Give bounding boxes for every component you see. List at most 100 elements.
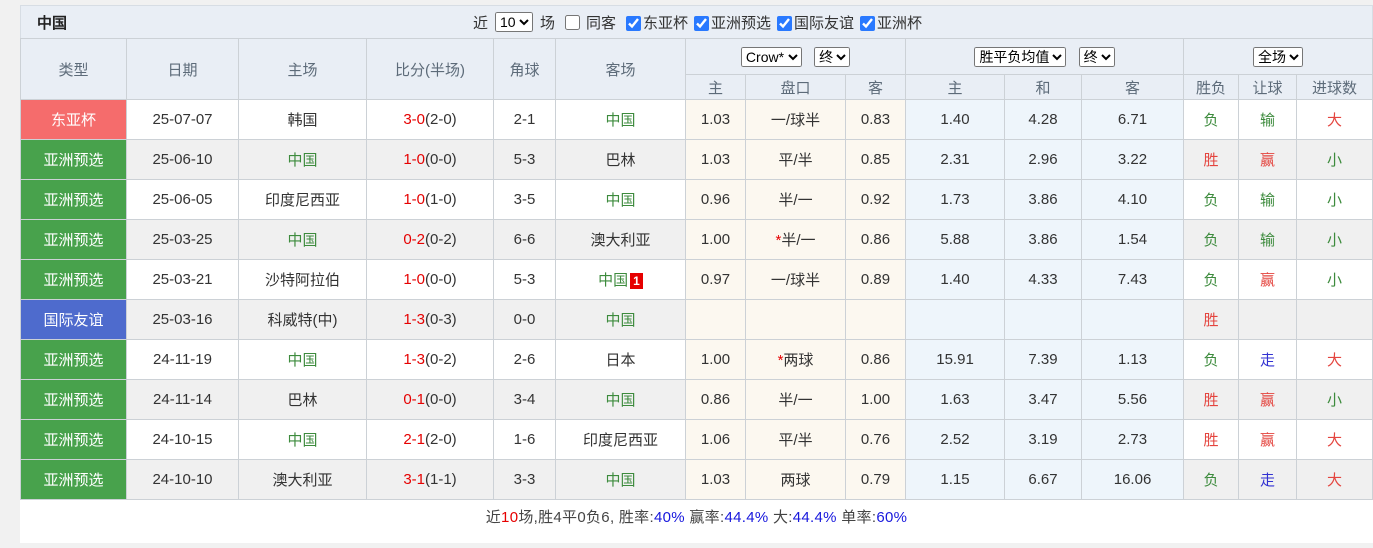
corner-count: 5-3 — [493, 259, 556, 300]
result-win-loss-value: 负 — [1203, 192, 1219, 209]
home-team: 巴林 — [238, 379, 367, 420]
odds-away: 0.83 — [844, 99, 907, 140]
home-team-name: 科威特(中) — [267, 312, 338, 329]
handicap-text: 两球 — [783, 352, 814, 369]
away-team: 中国 — [555, 179, 686, 220]
subheader-odds-away: 客 — [844, 74, 907, 100]
result-win-loss: 胜 — [1183, 299, 1240, 340]
score-cell: 1-0(0-0) — [366, 139, 494, 180]
odds-home: 0.96 — [685, 179, 746, 220]
result-goals-value: 大 — [1327, 112, 1343, 129]
away-team: 中国 — [555, 299, 686, 340]
result-handicap-value: 赢 — [1260, 152, 1276, 169]
full-time-score: 1-3 — [403, 311, 425, 328]
match-date: 24-11-14 — [126, 379, 239, 420]
match-date: 24-11-19 — [126, 339, 239, 380]
odds-time-select[interactable]: 终 — [814, 46, 851, 67]
match-table: 类型 日期 主场 比分(半场) 角球 客场 Crow* 终 胜平负均值 终 全场 — [20, 38, 1373, 500]
away-team-name: 澳大利亚 — [590, 232, 651, 249]
avg-draw-odds — [1004, 299, 1083, 340]
full-time-score: 3-0 — [403, 111, 425, 128]
games-label: 场 — [539, 14, 555, 32]
subheader-avg-draw: 和 — [1004, 74, 1083, 100]
avg-home-odds: 5.88 — [905, 219, 1006, 260]
corner-count: 2-6 — [493, 339, 556, 380]
league-filter-checkbox[interactable] — [860, 16, 876, 32]
avg-type-select[interactable]: 胜平负均值 — [974, 46, 1067, 67]
result-handicap: 走 — [1238, 339, 1298, 380]
avg-time-select[interactable]: 终 — [1078, 46, 1115, 67]
table-body: 东亚杯 25-07-07 韩国 3-0(2-0) 2-1 中国 1.03 一/球半 0.83 1.… — [20, 99, 1373, 500]
score-cell: 0-2(0-2) — [366, 219, 494, 260]
home-team-name: 韩国 — [287, 112, 318, 129]
handicap-text: 一/球半 — [770, 272, 821, 289]
avg-draw-odds: 3.47 — [1004, 379, 1083, 420]
recent-count-select[interactable]: 10 — [494, 12, 533, 32]
match-type-badge: 亚洲预选 — [20, 419, 127, 460]
away-team-name: 中国 — [598, 272, 629, 289]
away-team: 中国 — [555, 99, 686, 140]
away-team-name: 巴林 — [605, 152, 636, 169]
away-team: 中国 — [555, 459, 686, 500]
match-type-badge: 亚洲预选 — [20, 379, 127, 420]
table-row: 亚洲预选 25-03-21 沙特阿拉伯 1-0(0-0) 5-3 中国 1 0.97 一/球半 0… — [20, 259, 1373, 300]
handicap-line: 两球 — [745, 459, 846, 500]
avg-home-odds: 1.73 — [905, 179, 1006, 220]
away-team: 巴林 — [555, 139, 686, 180]
summary-segment: 10 — [501, 508, 519, 526]
home-team-name: 澳大利亚 — [272, 472, 333, 489]
full-time-score: 3-1 — [403, 471, 425, 488]
odds-away: 0.86 — [844, 219, 907, 260]
match-type-badge: 国际友谊 — [20, 299, 127, 340]
avg-home-odds: 2.52 — [905, 419, 1006, 460]
result-handicap: 赢 — [1238, 139, 1298, 180]
home-team: 中国 — [238, 139, 367, 180]
avg-away-odds: 2.73 — [1081, 419, 1185, 460]
odds-away: 0.89 — [844, 259, 907, 300]
odds-away: 0.92 — [844, 179, 907, 220]
league-filter-checkbox[interactable] — [625, 16, 641, 32]
home-team: 中国 — [238, 339, 367, 380]
half-time-score: (0-2) — [425, 351, 457, 368]
match-type-badge: 亚洲预选 — [20, 139, 127, 180]
avg-draw-odds: 3.86 — [1004, 219, 1083, 260]
home-team: 中国 — [238, 419, 367, 460]
match-date: 25-07-07 — [126, 99, 239, 140]
result-handicap-value: 赢 — [1260, 392, 1276, 409]
result-goals: 大 — [1296, 419, 1373, 460]
result-handicap: 走 — [1238, 459, 1298, 500]
away-team: 澳大利亚 — [555, 219, 686, 260]
score-cell: 0-1(0-0) — [366, 379, 494, 420]
half-time-score: (0-0) — [425, 151, 457, 168]
league-filter-checkbox[interactable] — [777, 16, 793, 32]
result-goals — [1296, 299, 1373, 340]
handicap-text: 平/半 — [778, 152, 813, 169]
odds-away — [844, 299, 907, 340]
handicap-line: *两球 — [745, 339, 846, 380]
red-card-badge: 1 — [630, 273, 643, 290]
avg-away-odds: 6.71 — [1081, 99, 1185, 140]
col-header-corner: 角球 — [493, 38, 556, 100]
avg-draw-odds: 4.28 — [1004, 99, 1083, 140]
half-time-score: (2-0) — [425, 431, 457, 448]
avg-draw-odds: 2.96 — [1004, 139, 1083, 180]
same-venue-checkbox[interactable] — [564, 14, 580, 30]
handicap-line: 一/球半 — [745, 259, 846, 300]
scope-select[interactable]: 全场 — [1253, 46, 1304, 67]
result-win-loss-value: 负 — [1203, 352, 1219, 369]
result-handicap-value: 赢 — [1260, 272, 1276, 289]
corner-count: 6-6 — [493, 219, 556, 260]
odds-away: 0.86 — [844, 339, 907, 380]
avg-header-cell: 胜平负均值 终 — [905, 38, 1185, 75]
match-date: 25-06-10 — [126, 139, 239, 180]
home-team: 澳大利亚 — [238, 459, 367, 500]
away-team-name: 中国 — [605, 392, 636, 409]
odds-home: 1.00 — [685, 339, 746, 380]
odds-home: 1.03 — [685, 459, 746, 500]
odds-company-select[interactable]: Crow* — [740, 46, 802, 67]
league-filter-checkbox[interactable] — [694, 16, 709, 32]
away-team: 中国 1 — [555, 259, 686, 300]
league-filter-label: 亚洲预选 — [711, 14, 772, 32]
result-goals: 小 — [1296, 139, 1373, 180]
full-time-score: 0-1 — [403, 391, 425, 408]
